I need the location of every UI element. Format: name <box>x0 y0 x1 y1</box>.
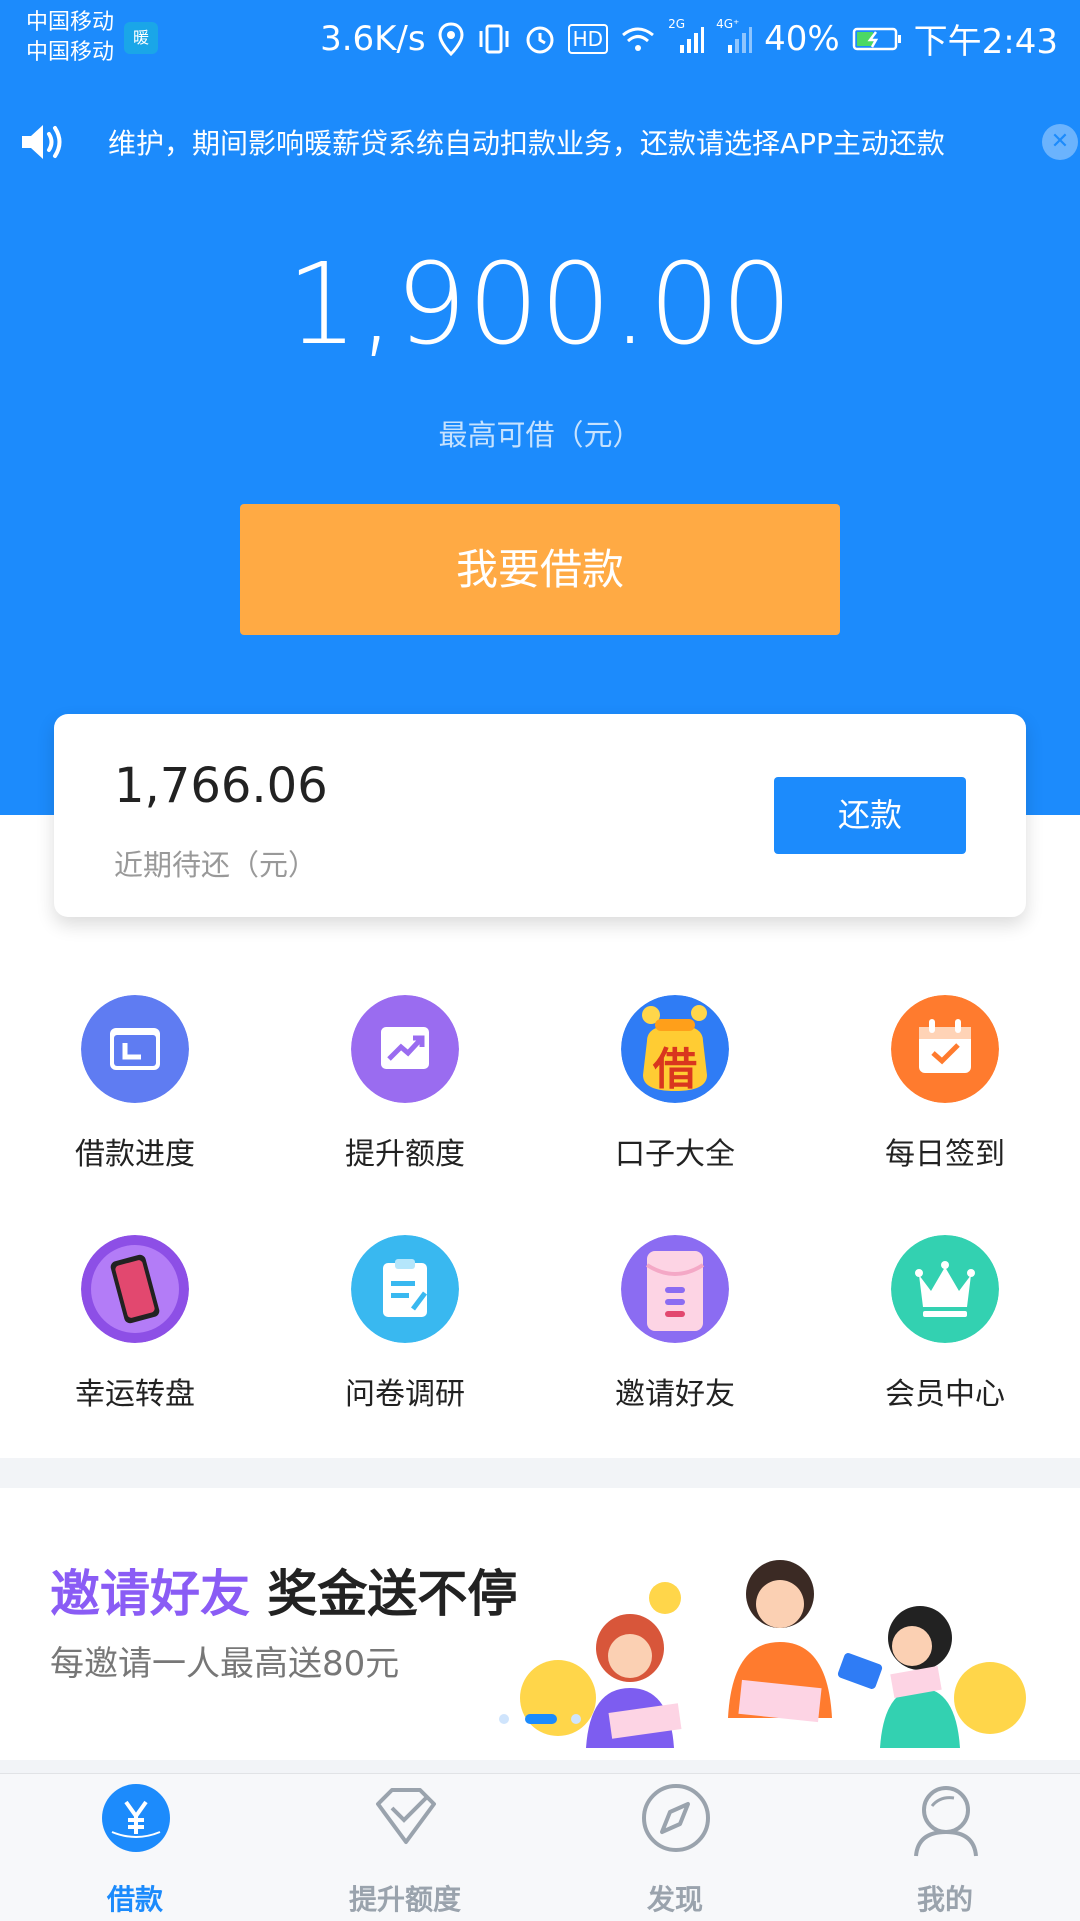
battery-charging-icon <box>852 27 901 50</box>
max-loan-label: 最高可借（元） <box>438 418 642 452</box>
shield-check-icon <box>376 1788 436 1844</box>
banner-illustration <box>520 1560 1026 1748</box>
grid-label: 幸运转盘 <box>75 1377 195 1412</box>
nav-label: 提升额度 <box>348 1883 461 1916</box>
grid-label: 邀请好友 <box>615 1377 735 1412</box>
clock-time: 下午2:43 <box>913 22 1058 62</box>
nav-tab-raise-limit[interactable]: 提升额度 <box>270 1774 540 1921</box>
hd-icon: HD <box>567 23 609 54</box>
grid-item-invite-friends[interactable]: 邀请好友 <box>540 1235 810 1455</box>
repay-button[interactable]: 还款 <box>774 777 966 854</box>
grid-item-raise-limit[interactable]: 提升额度 <box>270 995 540 1215</box>
carrier-1: 中国移动 <box>26 10 115 35</box>
signal-2g-icon: 2G <box>668 17 705 55</box>
grid-item-member-center[interactable]: 会员中心 <box>810 1235 1080 1455</box>
banner-title-rest: 奖金送不停 <box>267 1565 518 1623</box>
nav-tab-loan[interactable]: 借款 <box>0 1774 270 1921</box>
nav-label: 我的 <box>916 1883 973 1916</box>
clipboard-icon <box>351 1235 459 1343</box>
speaker-icon <box>22 125 62 159</box>
grid-item-lucky-wheel[interactable]: 幸运转盘 <box>0 1235 270 1455</box>
location-icon <box>438 21 464 56</box>
alarm-icon <box>526 26 554 53</box>
banner-title-highlight: 邀请好友 <box>50 1565 250 1623</box>
max-loan-amount: 1,900.00 <box>286 240 794 370</box>
nav-tab-mine[interactable]: 我的 <box>810 1774 1080 1921</box>
user-icon <box>914 1786 978 1857</box>
grid-item-loan-progress[interactable]: 借款进度 <box>0 995 270 1215</box>
grid-label: 提升额度 <box>345 1137 465 1172</box>
grid-label: 每日签到 <box>885 1137 1005 1172</box>
grid-item-survey[interactable]: 问卷调研 <box>270 1235 540 1455</box>
grid-label: 借款进度 <box>75 1137 195 1172</box>
banner-subtitle: 每邀请一人最高送80元 <box>50 1644 400 1684</box>
due-amount: 1,766.06 <box>114 758 328 814</box>
crown-icon <box>891 1235 999 1343</box>
carrier-info: 中国移动 中国移动 <box>26 8 114 68</box>
lucky-wheel-icon <box>81 1235 189 1343</box>
vibrate-icon <box>479 24 509 53</box>
yuan-coin-icon <box>102 1784 170 1852</box>
calendar-check-icon <box>891 995 999 1103</box>
signal-4g-icon: 4G⁺ <box>716 17 753 55</box>
notice-text: 维护，期间影响暖薪贷系统自动扣款业务，还款请选择APP主动还款 <box>108 127 945 160</box>
status-indicators: 3.6K/s HD 2G 4G⁺ 40% 下午2:43 <box>320 14 1058 63</box>
close-icon: ✕ <box>1050 129 1070 154</box>
grid-item-loan-directory[interactable]: 借 口子大全 <box>540 995 810 1215</box>
envelope-icon <box>621 1235 729 1343</box>
grid-label: 口子大全 <box>615 1137 735 1172</box>
app-notification-icon: 暖 <box>124 22 158 54</box>
battery-percent: 40% <box>764 18 840 59</box>
money-bag-glyph: 借 <box>653 1044 697 1095</box>
trend-up-icon <box>351 995 459 1103</box>
folder-icon <box>81 995 189 1103</box>
banner-pagination <box>499 1714 581 1724</box>
nav-label: 借款 <box>106 1883 163 1916</box>
carrier-2: 中国移动 <box>26 40 115 65</box>
due-label: 近期待还（元） <box>114 848 318 882</box>
status-bar: 中国移动 中国移动 暖 3.6K/s HD 2G 4G⁺ 40% 下午2:43 <box>0 0 1080 76</box>
close-notice-button[interactable]: ✕ <box>1042 124 1078 160</box>
grid-item-daily-checkin[interactable]: 每日签到 <box>810 995 1080 1215</box>
nav-label: 发现 <box>646 1883 703 1916</box>
grid-label: 会员中心 <box>885 1377 1005 1412</box>
bottom-nav: 借款 提升额度 发现 我的 <box>0 1773 1080 1921</box>
notice-bar: 维护，期间影响暖薪贷系统自动扣款业务，还款请选择APP主动还款 <box>0 110 1080 176</box>
borrow-button[interactable]: 我要借款 <box>240 504 840 635</box>
net-speed: 3.6K/s <box>320 18 426 59</box>
grid-label: 问卷调研 <box>345 1377 465 1412</box>
repay-card: 1,766.06 近期待还（元） 还款 <box>54 714 1026 917</box>
banner-title: 邀请好友 奖金送不停 <box>50 1554 517 1626</box>
invite-banner[interactable]: 邀请好友 奖金送不停 每邀请一人最高送80元 <box>0 1488 1080 1760</box>
nav-tab-discover[interactable]: 发现 <box>540 1774 810 1921</box>
wifi-icon <box>622 27 654 51</box>
compass-icon <box>642 1784 710 1852</box>
